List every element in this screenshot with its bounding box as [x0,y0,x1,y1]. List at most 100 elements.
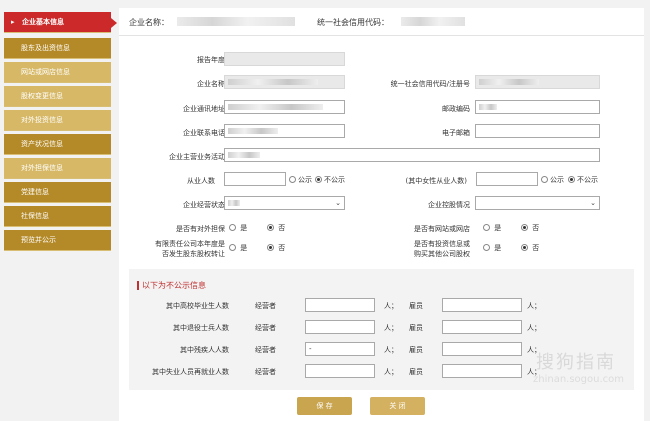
postcode-input[interactable] [475,100,600,114]
page-header: 企业名称： 统一社会信用代码： [119,8,644,36]
np-operator-label: 经营者 [255,302,276,310]
sidebar-item-website[interactable]: 网站或网店信息 [4,62,111,83]
np-graduates-employee-input[interactable] [442,298,522,312]
investment-no-radio[interactable]: 否 [521,243,539,253]
sidebar-item-investment[interactable]: 对外投资信息 [4,110,111,131]
main-panel: 企业名称： 统一社会信用代码： 报告年度 企业名称 统一社会信用代码/注册号 企… [119,8,644,421]
website-yes-radio[interactable]: 是 [483,223,501,233]
guarantee-no-radio[interactable]: 否 [267,223,285,233]
np-reemployed-operator-input[interactable] [305,364,375,378]
sidebar-item-equity-change[interactable]: 股权变更信息 [4,86,111,107]
sidebar-item-shareholders[interactable]: 股东及出资信息 [4,38,111,59]
radio-label: 是 [240,244,248,252]
status-select[interactable]: ⌄ [224,196,345,210]
business-label: 企业主营业务活动 [169,153,225,161]
np-disabled-employee-input[interactable] [442,342,522,356]
female-employees-label: (其中女性从业人数) [405,177,467,185]
sidebar: ▸ 企业基本信息 股东及出资信息 网站或网店信息 股权变更信息 对外投资信息 资… [0,0,117,421]
np-label-graduates: 其中高校毕业生人数 [166,302,229,310]
np-disabled-operator-input[interactable]: - [305,342,375,356]
np-operator-label: 经营者 [255,346,276,354]
radio-label: 否 [532,224,540,232]
address-input[interactable] [224,100,345,114]
radio-label: 不公示 [577,176,598,184]
report-year-label: 报告年度 [197,56,225,64]
equity-no-radio[interactable]: 否 [267,243,285,253]
sidebar-item-label: 对外投资信息 [21,116,63,124]
app-root: ▸ 企业基本信息 股东及出资信息 网站或网店信息 股权变更信息 对外投资信息 资… [0,0,650,421]
sidebar-item-label: 股权变更信息 [21,92,63,100]
radio-label: 是 [494,224,502,232]
investment-yes-radio[interactable]: 是 [483,243,501,253]
website-label: 是否有网站或网店 [414,225,470,233]
sidebar-item-label: 资产状况信息 [21,140,63,148]
sidebar-item-label: 网站或网店信息 [21,68,70,76]
sidebar-item-guarantee[interactable]: 对外担保信息 [4,158,111,179]
radio-icon [229,244,236,251]
sidebar-item-label: 党建信息 [21,188,49,196]
employees-public-radio[interactable]: 公示 [289,175,312,185]
np-label-disabled: 其中残疾人人数 [180,346,229,354]
np-veterans-operator-input[interactable] [305,320,375,334]
investment-label-2: 购买其他公司股权 [414,250,470,258]
radio-icon [483,244,490,251]
np-employee-label: 雇员 [409,368,423,376]
guarantee-yes-radio[interactable]: 是 [229,223,247,233]
nonpublic-title: 以下为不公示信息 [137,281,206,290]
phone-input[interactable] [224,124,345,138]
employees-input[interactable] [224,172,286,186]
credit-code-form-label: 统一社会信用代码/注册号 [390,80,470,88]
investment-label-1: 是否有投资信息或 [414,240,470,248]
chevron-down-icon: ⌄ [590,199,596,207]
company-name-field [224,75,345,89]
phone-label: 企业联系电话 [183,129,225,137]
watermark-text: 搜狗指南 [536,352,616,373]
radio-checked-icon [315,176,322,183]
np-unit: 人； [384,324,398,332]
radio-label: 否 [532,244,540,252]
company-name-value [177,17,295,26]
equity-transfer-label-2: 否发生股东股权转让 [162,250,225,258]
save-button[interactable]: 保 存 [297,397,352,415]
np-label-veterans: 其中退役士兵人数 [173,324,229,332]
sidebar-item-preview[interactable]: 预览并公示 [4,230,111,251]
female-nonpublic-radio[interactable]: 不公示 [568,175,598,185]
np-unit: 人； [527,324,541,332]
np-label-reemployed: 其中失业人员再就业人数 [152,368,229,376]
email-input[interactable] [475,124,600,138]
sidebar-item-label: 预览并公示 [21,236,56,244]
sidebar-item-basic-info[interactable]: ▸ 企业基本信息 [4,12,117,33]
radio-checked-icon [267,244,274,251]
sidebar-item-social-security[interactable]: 社保信息 [4,206,111,227]
np-veterans-employee-input[interactable] [442,320,522,334]
radio-icon [483,224,490,231]
np-graduates-operator-input[interactable] [305,298,375,312]
radio-label: 是 [240,224,248,232]
equity-yes-radio[interactable]: 是 [229,243,247,253]
np-unit: 人； [384,302,398,310]
np-employee-label: 雇员 [409,302,423,310]
holding-select[interactable]: ⌄ [475,196,600,210]
business-input[interactable] [224,148,600,162]
radio-checked-icon [568,176,575,183]
sidebar-item-label: 对外担保信息 [21,164,63,172]
np-employee-label: 雇员 [409,346,423,354]
sidebar-item-party[interactable]: 党建信息 [4,182,111,203]
np-reemployed-employee-input[interactable] [442,364,522,378]
radio-icon [229,224,236,231]
np-operator-label: 经营者 [255,368,276,376]
close-button[interactable]: 关 闭 [370,397,425,415]
radio-label: 公示 [298,176,312,184]
radio-icon [541,176,548,183]
radio-checked-icon [521,224,528,231]
website-no-radio[interactable]: 否 [521,223,539,233]
status-label: 企业经营状态 [183,201,225,209]
female-public-radio[interactable]: 公示 [541,175,564,185]
sidebar-item-assets[interactable]: 资产状况信息 [4,134,111,155]
company-name-label: 企业名称： [129,18,169,27]
np-dash-value: - [309,345,312,353]
watermark-url: zhinan.sogou.com [532,374,624,385]
female-employees-input[interactable] [476,172,538,186]
equity-transfer-label-1: 有限责任公司本年度是 [155,240,225,248]
radio-checked-icon [521,244,528,251]
